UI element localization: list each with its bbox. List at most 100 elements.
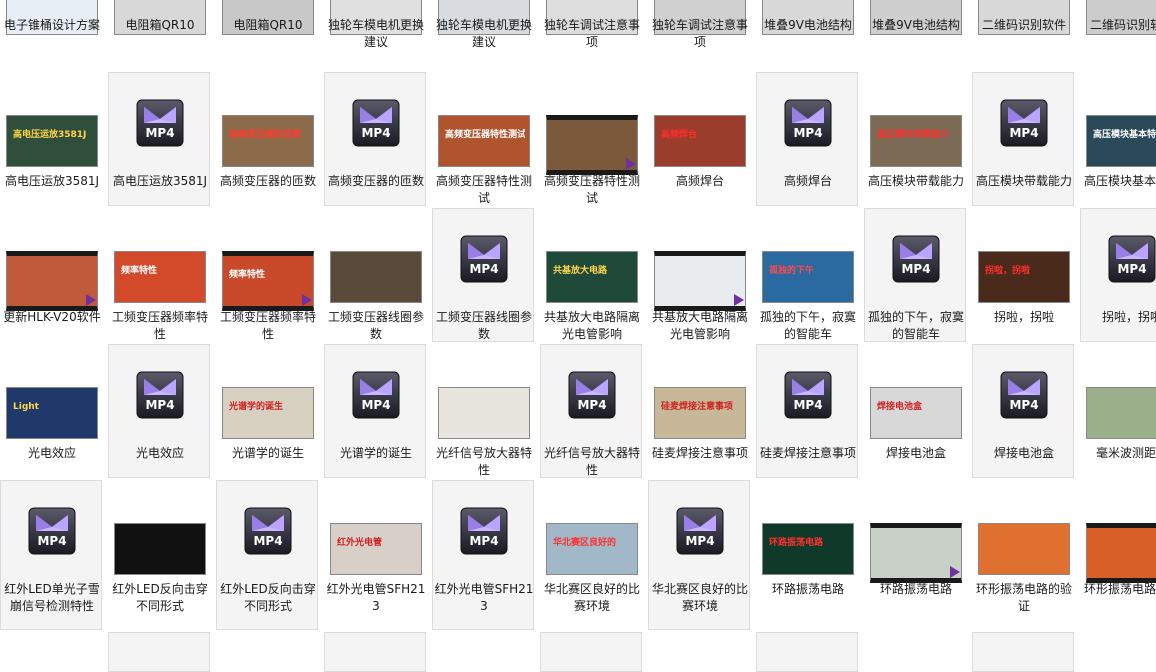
file-name-label: 共基放大电路隔离光电管影响 [543, 310, 640, 341]
file-tile[interactable]: 独轮车调试注意事项 [540, 0, 642, 49]
mp4-label: MP4 [145, 398, 175, 412]
file-tile[interactable]: MP4 红外LED反向击穿不同形式 [216, 480, 318, 630]
file-tile[interactable]: MP4 孤独的下午，寂寞的智能车 [864, 208, 966, 342]
file-tile[interactable]: 高压模块基本特性高压模块基本特性 [1080, 72, 1156, 206]
file-tile[interactable]: 频率特性 工频变压器频率特性 [108, 208, 210, 342]
file-tile[interactable]: 二维码识别软件 [972, 0, 1074, 36]
file-tile[interactable]: 红外光电管 红外光电管SFH213 [324, 480, 426, 630]
file-name-label: 拐啦，拐啦 [1101, 310, 1156, 324]
file-name-label: 孤独的下午，寂寞的智能车 [759, 310, 856, 341]
file-tile[interactable]: MP4 华北赛区良好的比赛环境 [648, 480, 750, 630]
file-name-label: 电阻箱QR10 [125, 18, 195, 32]
file-tile[interactable]: MP4 光纤信号放大器特性 [540, 344, 642, 478]
file-tile[interactable]: 环路振荡电路 [864, 480, 966, 630]
mp4-video-icon: MP4 [352, 99, 400, 147]
file-tile[interactable]: 独轮车模电机更换建议 [324, 0, 426, 49]
file-name-label: 电阻箱QR10 [233, 18, 303, 32]
file-tile[interactable]: 二维码识别软件 [1080, 0, 1156, 36]
file-tile[interactable]: 光纤信号放大器特性 [432, 344, 534, 478]
play-icon [626, 158, 636, 170]
thumbnail-caption: 环路振荡电路 [769, 538, 824, 548]
file-tile[interactable]: MP4 工频变压器线圈参数 [432, 208, 534, 342]
mp4-video-icon: MP4 [136, 371, 184, 419]
file-tile-partial[interactable] [540, 632, 642, 672]
file-tile[interactable]: 硅麦焊接注意事项 硅麦焊接注意事项 [648, 344, 750, 478]
thumbnail-caption: 光谱学的诞生 [229, 402, 284, 412]
video-thumbnail: 华北赛区良好的 [546, 523, 638, 575]
file-tile[interactable]: 毫米波测距仪 [1080, 344, 1156, 478]
file-tile[interactable]: 电阻箱QR10 [216, 0, 318, 36]
file-tile[interactable]: 电阻箱QR10 [108, 0, 210, 36]
mp4-video-icon: MP4 [352, 371, 400, 419]
file-tile[interactable]: 高频变压器特性测试 高频变压器特性测试 [432, 72, 534, 206]
file-tile-partial[interactable] [756, 632, 858, 672]
file-tile[interactable]: 独轮车调试注意事项 [648, 0, 750, 49]
file-tile[interactable]: 焊接电池盒 焊接电池盒 [864, 344, 966, 478]
file-tile[interactable]: 堆叠9V电池结构 [864, 0, 966, 36]
file-tile[interactable]: 高频焊台 高频焊台 [648, 72, 750, 206]
mp4-label: MP4 [1009, 126, 1039, 140]
file-name-label: 华北赛区良好的比赛环境 [543, 582, 640, 613]
file-name-label: 红外LED反向击穿不同形式 [220, 582, 316, 613]
mp4-video-icon: MP4 [568, 371, 616, 419]
file-tile[interactable]: MP4 光谱学的诞生 [324, 344, 426, 478]
file-tile[interactable]: 华北赛区良好的华北赛区良好的比赛环境 [540, 480, 642, 630]
thumbnail-caption: 高压模块带载能力 [877, 130, 950, 140]
file-tile[interactable]: MP4 高频焊台 [756, 72, 858, 206]
file-tile[interactable]: 环路振荡电路 环路振荡电路 [756, 480, 858, 630]
file-name-label: 高压模块带载能力 [867, 174, 964, 188]
file-tile[interactable]: MP4 焊接电池盒 [972, 344, 1074, 478]
file-tile[interactable]: 共基放大电路 共基放大电路隔离光电管影响 [540, 208, 642, 342]
thumbnail-caption: 高频变压器特性测试 [445, 130, 525, 140]
video-thumbnail-filmstrip [1086, 523, 1156, 583]
thumbnail-caption: 频率特性 [121, 266, 158, 276]
file-tile-partial[interactable] [972, 632, 1074, 672]
file-tile-partial[interactable] [108, 632, 210, 672]
file-tile[interactable]: 环形振荡电路验证 [1080, 480, 1156, 630]
file-name-label: 独轮车模电机更换建议 [435, 18, 532, 49]
file-name-label: 光谱学的诞生 [339, 446, 412, 460]
file-tile[interactable]: 更新HLK-V20软件 [0, 208, 102, 342]
file-tile[interactable]: 堆叠9V电池结构 [756, 0, 858, 36]
file-tile[interactable]: 环形振荡电路的验证 [972, 480, 1074, 630]
file-tile[interactable]: 高频变压器特性测试 [540, 72, 642, 206]
file-name-label: 共基放大电路隔离光电管影响 [651, 310, 748, 341]
file-tile[interactable]: 工频变压器线圈参数 [324, 208, 426, 342]
mp4-video-icon: MP4 [892, 235, 940, 283]
file-tile[interactable]: 红外LED反向击穿不同形式 [108, 480, 210, 630]
file-tile[interactable]: 电子锥桶设计方案 [0, 0, 102, 36]
file-tile[interactable]: MP4 高压模块带载能力 [972, 72, 1074, 206]
file-tile[interactable]: MP4 高频变压器的匝数 [324, 72, 426, 206]
file-tile[interactable]: MP4 高电压运放3581J [108, 72, 210, 206]
mp4-label: MP4 [469, 262, 499, 276]
file-tile[interactable]: MP4 拐啦，拐啦 [1080, 208, 1156, 342]
file-tile[interactable]: MP4 红外光电管SFH213 [432, 480, 534, 630]
video-thumbnail: 硅麦焊接注意事项 [654, 387, 746, 439]
video-thumbnail: 高频变压器特性测试 [438, 115, 530, 167]
file-tile[interactable]: 频率特性 工频变压器频率特性 [216, 208, 318, 342]
file-tile[interactable]: 共基放大电路隔离光电管影响 [648, 208, 750, 342]
file-name-label: 独轮车模电机更换建议 [327, 18, 424, 49]
file-tile[interactable]: 孤独的下午 孤独的下午，寂寞的智能车 [756, 208, 858, 342]
file-name-label: 红外LED反向击穿不同形式 [112, 582, 208, 613]
file-tile[interactable]: MP4 光电效应 [108, 344, 210, 478]
file-tile[interactable]: Light 光电效应 [0, 344, 102, 478]
file-name-label: 工频变压器线圈参数 [435, 310, 532, 341]
file-name-label: 高频焊台 [783, 174, 832, 188]
file-tile-partial[interactable] [324, 632, 426, 672]
mp4-video-icon: MP4 [1108, 235, 1156, 283]
file-tile[interactable]: 高压模块带载能力 高压模块带载能力 [864, 72, 966, 206]
file-icon-grid: 电子锥桶设计方案 电阻箱QR10 电阻箱QR10 独轮车模电机更换建议 独轮车模电机更换… [0, 0, 1156, 672]
file-tile[interactable]: 高电压运放3581J 高电压运放3581J [0, 72, 102, 206]
file-tile[interactable]: 高频变压器的匝数 高频变压器的匝数 [216, 72, 318, 206]
mp4-label: MP4 [1009, 398, 1039, 412]
video-thumbnail: 光谱学的诞生 [222, 387, 314, 439]
file-tile[interactable]: MP4 硅麦焊接注意事项 [756, 344, 858, 478]
file-tile[interactable]: MP4 红外LED单光子雪崩信号检测特性 [0, 480, 102, 630]
video-thumbnail [1086, 387, 1156, 439]
file-name-label: 更新HLK-V20软件 [3, 310, 101, 324]
file-tile[interactable]: 独轮车模电机更换建议 [432, 0, 534, 49]
file-tile[interactable]: 光谱学的诞生 光谱学的诞生 [216, 344, 318, 478]
mp4-label: MP4 [469, 534, 499, 548]
file-tile[interactable]: 拐啦，拐啦 拐啦，拐啦 [972, 208, 1074, 342]
